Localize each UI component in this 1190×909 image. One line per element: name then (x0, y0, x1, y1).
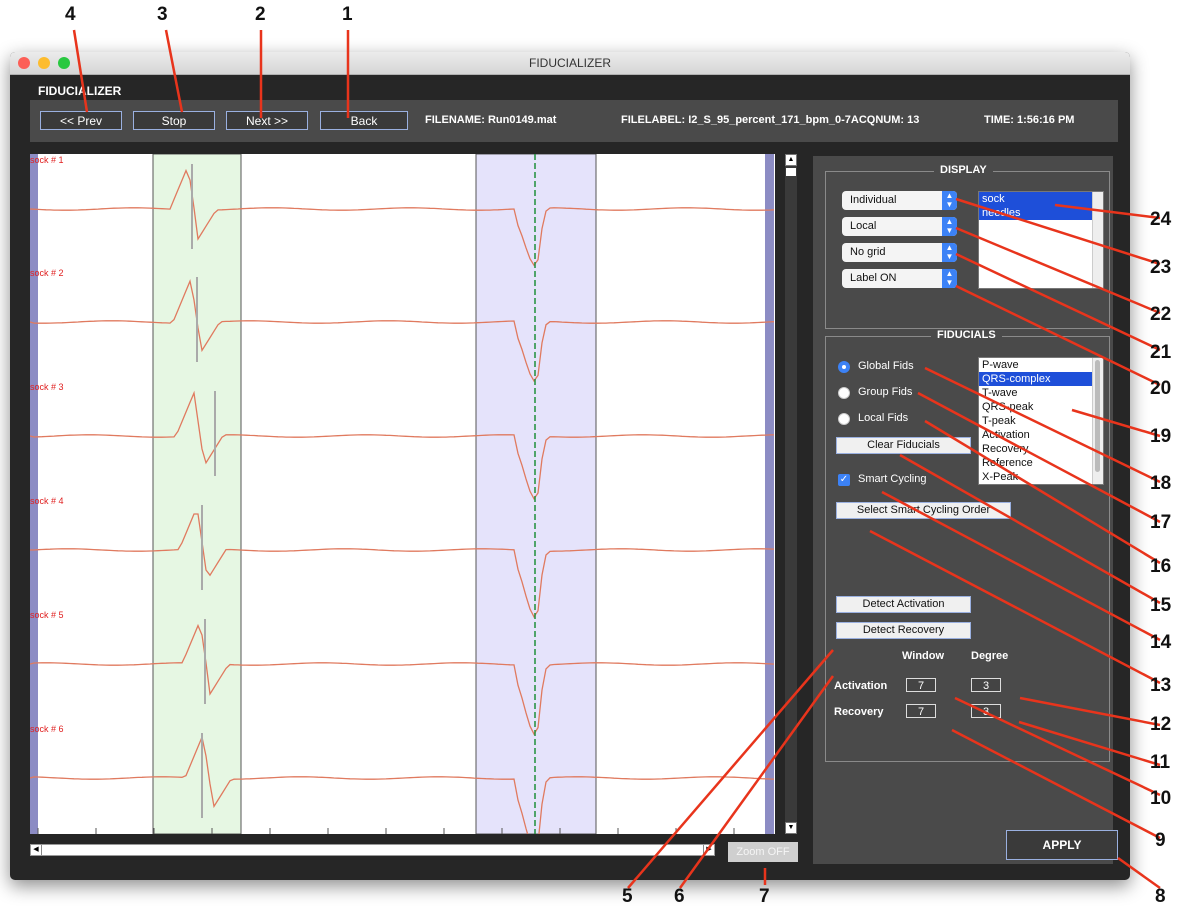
callout-arrow-23 (955, 197, 1161, 266)
callout-number-17: 17 (1150, 512, 1172, 533)
callout-number-2: 2 (255, 4, 266, 25)
callout-number-3: 3 (157, 4, 168, 25)
callout-arrow-5 (627, 649, 834, 889)
callout-number-8: 8 (1155, 886, 1166, 907)
callout-arrow-15 (899, 453, 1161, 605)
callout-arrow-3 (164, 29, 184, 113)
callout-arrow-14 (881, 490, 1161, 642)
callout-number-9: 9 (1155, 830, 1166, 851)
callout-number-12: 12 (1150, 714, 1172, 735)
callout-number-10: 10 (1150, 788, 1172, 809)
callout-arrow-24 (1054, 203, 1161, 220)
callout-arrow-16 (924, 419, 1161, 565)
callout-arrow-8 (1117, 856, 1161, 890)
callout-number-21: 21 (1150, 342, 1172, 363)
callout-number-16: 16 (1150, 556, 1172, 577)
callout-number-5: 5 (622, 886, 633, 907)
callout-arrow-13 (869, 529, 1161, 685)
callout-arrow-6 (678, 675, 835, 889)
callout-arrow-4 (72, 29, 89, 113)
callout-arrow-12 (1019, 696, 1161, 727)
callout-number-7: 7 (759, 886, 770, 907)
callout-number-15: 15 (1150, 595, 1172, 616)
callout-number-11: 11 (1150, 752, 1171, 773)
callout-number-24: 24 (1150, 209, 1172, 230)
callout-number-4: 4 (65, 4, 76, 25)
callout-arrow-17 (917, 391, 1161, 524)
callout-number-14: 14 (1150, 632, 1172, 653)
callout-arrow-11 (1018, 720, 1161, 767)
callout-arrows (72, 29, 1161, 890)
callout-number-23: 23 (1150, 257, 1172, 278)
callout-number-19: 19 (1150, 426, 1172, 447)
callout-number-22: 22 (1150, 304, 1172, 325)
callout-number-20: 20 (1150, 378, 1172, 399)
callout-number-6: 6 (674, 886, 685, 907)
callout-number-18: 18 (1150, 473, 1172, 494)
callout-number-1: 1 (342, 4, 353, 25)
callout-arrow-19 (1071, 408, 1161, 438)
callout-number-13: 13 (1150, 675, 1172, 696)
